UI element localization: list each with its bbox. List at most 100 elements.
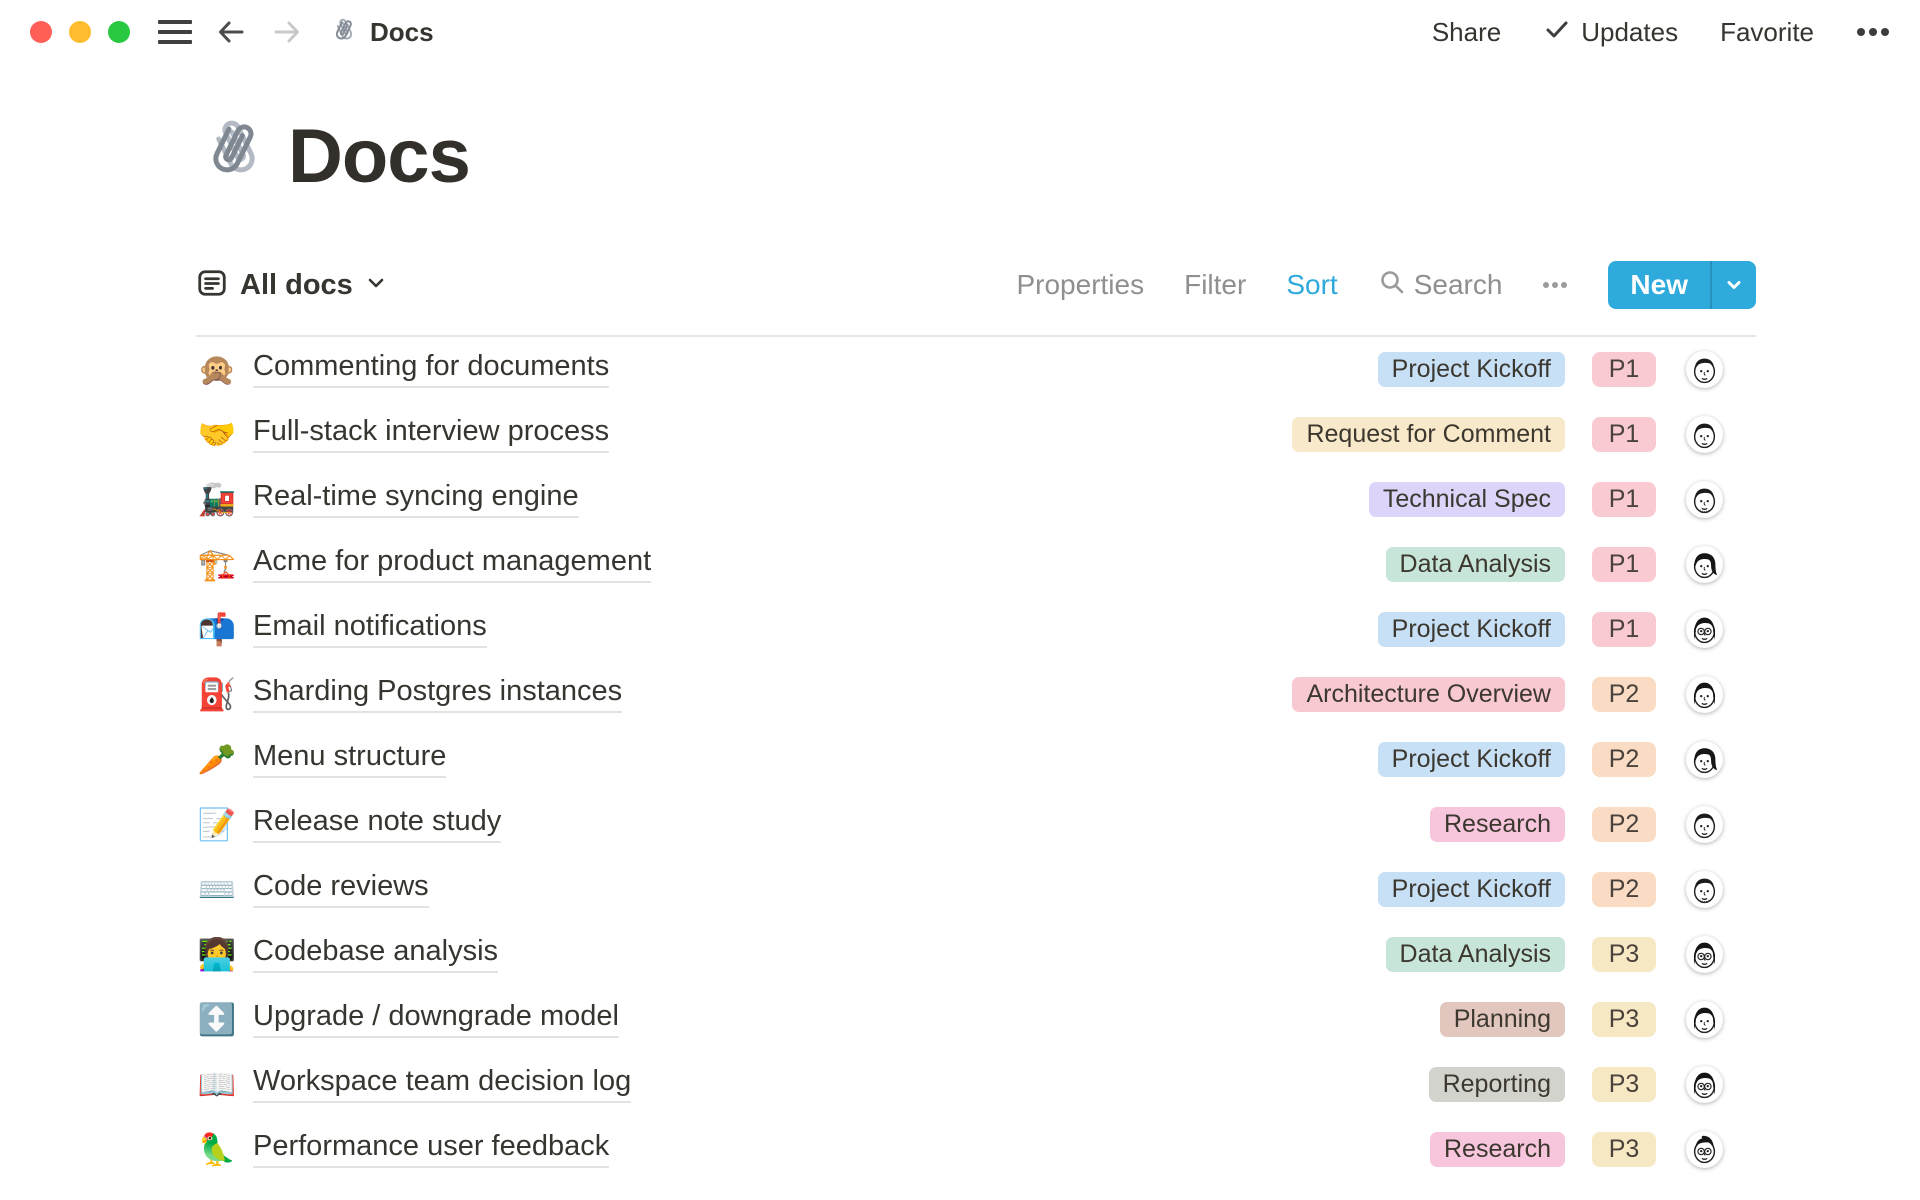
priority-badge[interactable]: P1 <box>1592 482 1656 517</box>
new-doc-split-button[interactable]: New <box>1608 261 1756 309</box>
doc-title-link[interactable]: Commenting for documents <box>253 351 609 389</box>
traffic-lights <box>30 21 130 43</box>
carrot-emoji: 🥕 <box>196 744 238 775</box>
sort-button[interactable]: Sort <box>1286 269 1337 301</box>
doc-title-link[interactable]: Upgrade / downgrade model <box>253 1001 619 1039</box>
doc-title-link[interactable]: Workspace team decision log <box>253 1066 631 1104</box>
table-row[interactable]: 👩‍💻Codebase analysisData AnalysisP3 <box>196 922 1756 987</box>
doc-table: 🙊Commenting for documentsProject Kickoff… <box>196 337 1756 1182</box>
doc-type-tag[interactable]: Reporting <box>1429 1067 1565 1102</box>
up-down-arrow-emoji: ↕️ <box>196 1004 238 1035</box>
doc-title-link[interactable]: Codebase analysis <box>253 936 498 974</box>
zoom-window-button[interactable] <box>108 21 130 43</box>
priority-badge[interactable]: P1 <box>1592 417 1656 452</box>
check-icon <box>1543 15 1571 50</box>
doc-type-tag[interactable]: Research <box>1430 807 1565 842</box>
table-row[interactable]: ⌨️ Code reviews Project Kickoff P2 <box>196 857 1756 922</box>
assignee-avatar-person-glasses-bob <box>1686 1066 1723 1103</box>
table-row[interactable]: 🤝Full-stack interview processRequest for… <box>196 402 1756 467</box>
doc-title-link[interactable]: Performance user feedback <box>253 1131 609 1169</box>
table-row[interactable]: 🚂 Real-time syncing engine Technical Spec P… <box>196 467 1756 532</box>
table-row[interactable]: ↕️ Upgrade / downgrade model Planning P3 <box>196 987 1756 1052</box>
doc-type-tag[interactable]: Architecture Overview <box>1292 677 1565 712</box>
assignee-avatar-man-stubble <box>1686 871 1723 908</box>
view-selector[interactable]: All docs <box>196 267 387 304</box>
priority-badge[interactable]: P3 <box>1592 1067 1656 1102</box>
new-doc-dropdown-icon[interactable] <box>1712 261 1756 309</box>
window-titlebar: Docs Share Updates Favorite <box>0 0 1920 64</box>
chevron-down-icon <box>365 272 387 299</box>
filter-button[interactable]: Filter <box>1184 269 1246 301</box>
doc-title-link[interactable]: Acme for product management <box>253 546 651 584</box>
assignee-avatar-man-short-hair <box>1686 351 1723 388</box>
doc-type-tag[interactable]: Data Analysis <box>1386 547 1565 582</box>
doc-title-link[interactable]: Code reviews <box>253 871 429 909</box>
priority-badge[interactable]: P3 <box>1592 1002 1656 1037</box>
doc-title-link[interactable]: Full-stack interview process <box>253 416 609 454</box>
open-book-emoji: 📖 <box>196 1069 238 1100</box>
forward-arrow-icon[interactable] <box>270 15 304 49</box>
priority-badge[interactable]: P2 <box>1592 742 1656 777</box>
keyboard-emoji: ⌨️ <box>196 874 238 905</box>
memo-emoji: 📝 <box>196 809 238 840</box>
assignee-avatar-man-stubble <box>1686 481 1723 518</box>
close-window-button[interactable] <box>30 21 52 43</box>
search-button[interactable]: Search <box>1378 268 1503 303</box>
table-row[interactable]: 📬Email notificationsProject KickoffP1 <box>196 597 1756 662</box>
priority-badge[interactable]: P1 <box>1592 612 1656 647</box>
assignee-avatar-man-glasses-quiff <box>1686 1131 1723 1168</box>
favorite-button[interactable]: Favorite <box>1720 17 1814 48</box>
page-title: Docs <box>288 117 470 197</box>
back-arrow-icon[interactable] <box>214 15 248 49</box>
paperclip-icon <box>328 16 360 48</box>
assignee-avatar-person-glasses-bob <box>1686 936 1723 973</box>
minimize-window-button[interactable] <box>69 21 91 43</box>
doc-type-tag[interactable]: Project Kickoff <box>1378 872 1565 907</box>
building-construction-emoji: 🏗️ <box>196 549 238 580</box>
priority-badge[interactable]: P2 <box>1592 872 1656 907</box>
titlebar-doc-title: Docs <box>370 17 434 48</box>
doc-title-link[interactable]: Menu structure <box>253 741 446 779</box>
priority-badge[interactable]: P1 <box>1592 352 1656 387</box>
share-button[interactable]: Share <box>1432 17 1501 48</box>
search-icon <box>1378 268 1406 303</box>
toolbar-more-icon[interactable] <box>1542 280 1568 290</box>
more-options-icon[interactable] <box>1856 26 1890 38</box>
doc-type-tag[interactable]: Project Kickoff <box>1378 612 1565 647</box>
table-row[interactable]: ⛽ Sharding Postgres instances Architecture… <box>196 662 1756 727</box>
sidebar-menu-icon[interactable] <box>158 20 192 44</box>
table-row[interactable]: 🏗️ Acme for product management Data Analys… <box>196 532 1756 597</box>
assignee-avatar-woman-bob <box>1686 676 1723 713</box>
fuel-pump-emoji: ⛽ <box>196 679 238 710</box>
doc-title-link[interactable]: Sharding Postgres instances <box>253 676 622 714</box>
table-row[interactable]: 🥕 Menu structure Project Kickoff P2 <box>196 727 1756 792</box>
doc-type-tag[interactable]: Technical Spec <box>1369 482 1565 517</box>
doc-type-tag[interactable]: Project Kickoff <box>1378 742 1565 777</box>
doc-type-tag[interactable]: Research <box>1430 1132 1565 1167</box>
priority-badge[interactable]: P1 <box>1592 547 1656 582</box>
assignee-avatar-woman-side-part <box>1686 546 1723 583</box>
locomotive-emoji: 🚂 <box>196 484 238 515</box>
table-row[interactable]: 🦜Performance user feedbackResearchP3 <box>196 1117 1756 1182</box>
doc-title-link[interactable]: Email notifications <box>253 611 487 649</box>
assignee-avatar-man-short-hair <box>1686 806 1723 843</box>
properties-button[interactable]: Properties <box>1016 269 1144 301</box>
new-doc-button[interactable]: New <box>1608 261 1710 309</box>
table-row[interactable]: 🙊Commenting for documentsProject Kickoff… <box>196 337 1756 402</box>
page-icon-linked-paperclips[interactable] <box>196 116 272 197</box>
view-label: All docs <box>240 269 353 302</box>
doc-type-tag[interactable]: Data Analysis <box>1386 937 1565 972</box>
priority-badge[interactable]: P2 <box>1592 807 1656 842</box>
priority-badge[interactable]: P3 <box>1592 1132 1656 1167</box>
table-row[interactable]: 📝 Release note study Research P2 <box>196 792 1756 857</box>
doc-title-link[interactable]: Real-time syncing engine <box>253 481 579 519</box>
doc-type-tag[interactable]: Request for Comment <box>1292 417 1565 452</box>
doc-title-link[interactable]: Release note study <box>253 806 501 844</box>
table-row[interactable]: 📖 Workspace team decision log Reporting P3 <box>196 1052 1756 1117</box>
doc-type-tag[interactable]: Project Kickoff <box>1378 352 1565 387</box>
priority-badge[interactable]: P2 <box>1592 677 1656 712</box>
priority-badge[interactable]: P3 <box>1592 937 1656 972</box>
updates-button[interactable]: Updates <box>1543 15 1678 50</box>
doc-type-tag[interactable]: Planning <box>1440 1002 1565 1037</box>
assignee-avatar-woman-side-part <box>1686 741 1723 778</box>
